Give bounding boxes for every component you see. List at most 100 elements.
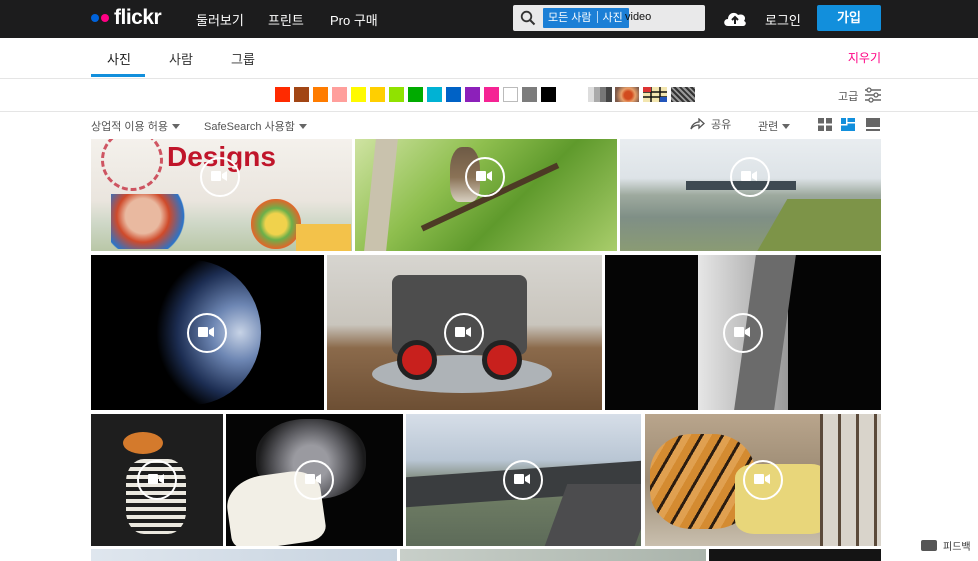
color-swatch[interactable] [351,87,366,102]
video-camera-icon [305,474,321,484]
video-play-button[interactable] [294,460,334,500]
chevron-down-icon [782,124,791,129]
color-swatch[interactable] [294,87,309,102]
video-play-button[interactable] [137,460,177,500]
active-tab-indicator [91,74,145,77]
photo-stamp-decoration [101,139,163,191]
signup-button[interactable]: 가입 [817,5,881,31]
color-swatch[interactable] [522,87,537,102]
color-swatch[interactable] [275,87,290,102]
tab-groups[interactable]: 그룹 [231,49,255,68]
video-camera-icon [476,171,492,181]
photo-tile[interactable] [355,139,617,251]
photo-tile[interactable] [327,255,602,410]
video-play-button[interactable] [200,157,240,197]
clear-filters-link[interactable]: 지우기 [848,49,881,66]
photo-sombrero [123,432,163,454]
minimalist-icon [643,87,667,102]
feedback-label: 피드백 [943,542,971,553]
filter-row: 상업적 이용 허용 SafeSearch 사용함 공유 관련 [0,111,978,139]
color-swatch[interactable] [408,87,423,102]
pattern-pattern[interactable] [671,87,695,102]
color-swatch[interactable] [484,87,499,102]
photo-paint-jar [251,199,301,249]
photo-tile[interactable] [406,414,641,546]
share-label: 공유 [711,119,732,131]
upload-cloud-icon[interactable] [722,8,748,28]
photo-tile[interactable] [91,549,397,561]
tab-photos[interactable]: 사진 [107,49,131,68]
photo-rover-wheel [397,340,437,380]
video-play-button[interactable] [465,157,505,197]
video-play-button[interactable] [743,460,783,500]
login-link[interactable]: 로그인 [765,10,801,29]
color-swatch[interactable] [541,87,556,102]
video-camera-icon [754,474,770,484]
photo-tile[interactable] [620,139,881,251]
video-camera-icon [198,327,214,337]
sort-dropdown[interactable]: 관련 [758,118,791,134]
video-play-button[interactable] [723,313,763,353]
flickr-logo[interactable]: flickr [91,6,162,30]
color-swatch[interactable] [370,87,385,102]
tab-people[interactable]: 사람 [169,49,193,68]
shallow-depth-of-field-pattern[interactable] [615,87,639,102]
chevron-down-icon [298,124,307,129]
search-box[interactable]: 모든 사람 사진 video [513,5,705,31]
search-icon [520,10,536,26]
video-camera-icon [211,171,227,181]
photo-shoji [820,414,881,546]
color-swatch[interactable] [427,87,442,102]
license-label: 상업적 이용 허용 [91,121,168,133]
color-swatch[interactable] [503,87,518,102]
search-scope-chip[interactable]: 모든 사람 사진 [543,8,629,28]
sliders-icon[interactable] [864,87,882,103]
photo-tile[interactable] [709,549,881,561]
photo-birch-trunk [364,139,398,251]
minimalist-pattern[interactable] [643,87,667,102]
color-swatch[interactable] [446,87,461,102]
video-camera-icon [455,327,471,337]
share-arrow-icon [690,118,705,130]
photo-tile[interactable] [605,255,881,410]
photo-hands [111,194,191,249]
nav-prints[interactable]: 프린트 [268,10,304,29]
photo-tile[interactable] [645,414,881,546]
share-button[interactable]: 공유 [690,116,731,132]
color-swatch[interactable] [313,87,328,102]
nav-explore[interactable]: 둘러보기 [196,10,244,29]
color-filter-bar: 고급 [0,79,978,112]
chevron-down-icon [171,124,180,129]
logo-text: flickr [114,6,162,29]
search-scope-photos: 사진 [602,12,623,24]
detail-view-icon[interactable] [866,118,880,131]
nav-get-pro[interactable]: Pro 구매 [330,10,378,29]
black-and-white-pattern[interactable] [588,87,612,102]
video-play-button[interactable] [503,460,543,500]
search-type-tabs: 사진 사람 그룹 지우기 [0,38,978,79]
top-nav: flickr 둘러보기 프린트 Pro 구매 모든 사람 사진 video 로그인… [0,0,978,38]
feedback-button[interactable]: 피드백 [921,538,971,553]
photo-tile[interactable] [400,549,706,561]
safesearch-dropdown[interactable]: SafeSearch 사용함 [204,118,307,134]
photo-tile[interactable] [91,414,223,546]
justified-view-icon[interactable] [841,118,855,131]
license-dropdown[interactable]: 상업적 이용 허용 [91,118,180,134]
video-camera-icon [741,171,757,181]
photo-tile[interactable] [91,255,324,410]
safesearch-label: SafeSearch 사용함 [204,121,295,133]
grid-view-icon[interactable] [818,118,832,131]
video-play-button[interactable] [730,157,770,197]
photo-tile[interactable] [226,414,403,546]
video-play-button[interactable] [444,313,484,353]
color-swatch[interactable] [332,87,347,102]
color-swatch[interactable] [389,87,404,102]
photo-grid: Designs [0,139,978,561]
video-camera-icon [148,474,164,484]
search-input[interactable]: video [625,11,651,23]
photo-rover-wheel [482,340,522,380]
advanced-label[interactable]: 고급 [838,88,858,104]
video-play-button[interactable] [187,313,227,353]
color-swatch[interactable] [465,87,480,102]
photo-tile[interactable]: Designs [91,139,352,251]
